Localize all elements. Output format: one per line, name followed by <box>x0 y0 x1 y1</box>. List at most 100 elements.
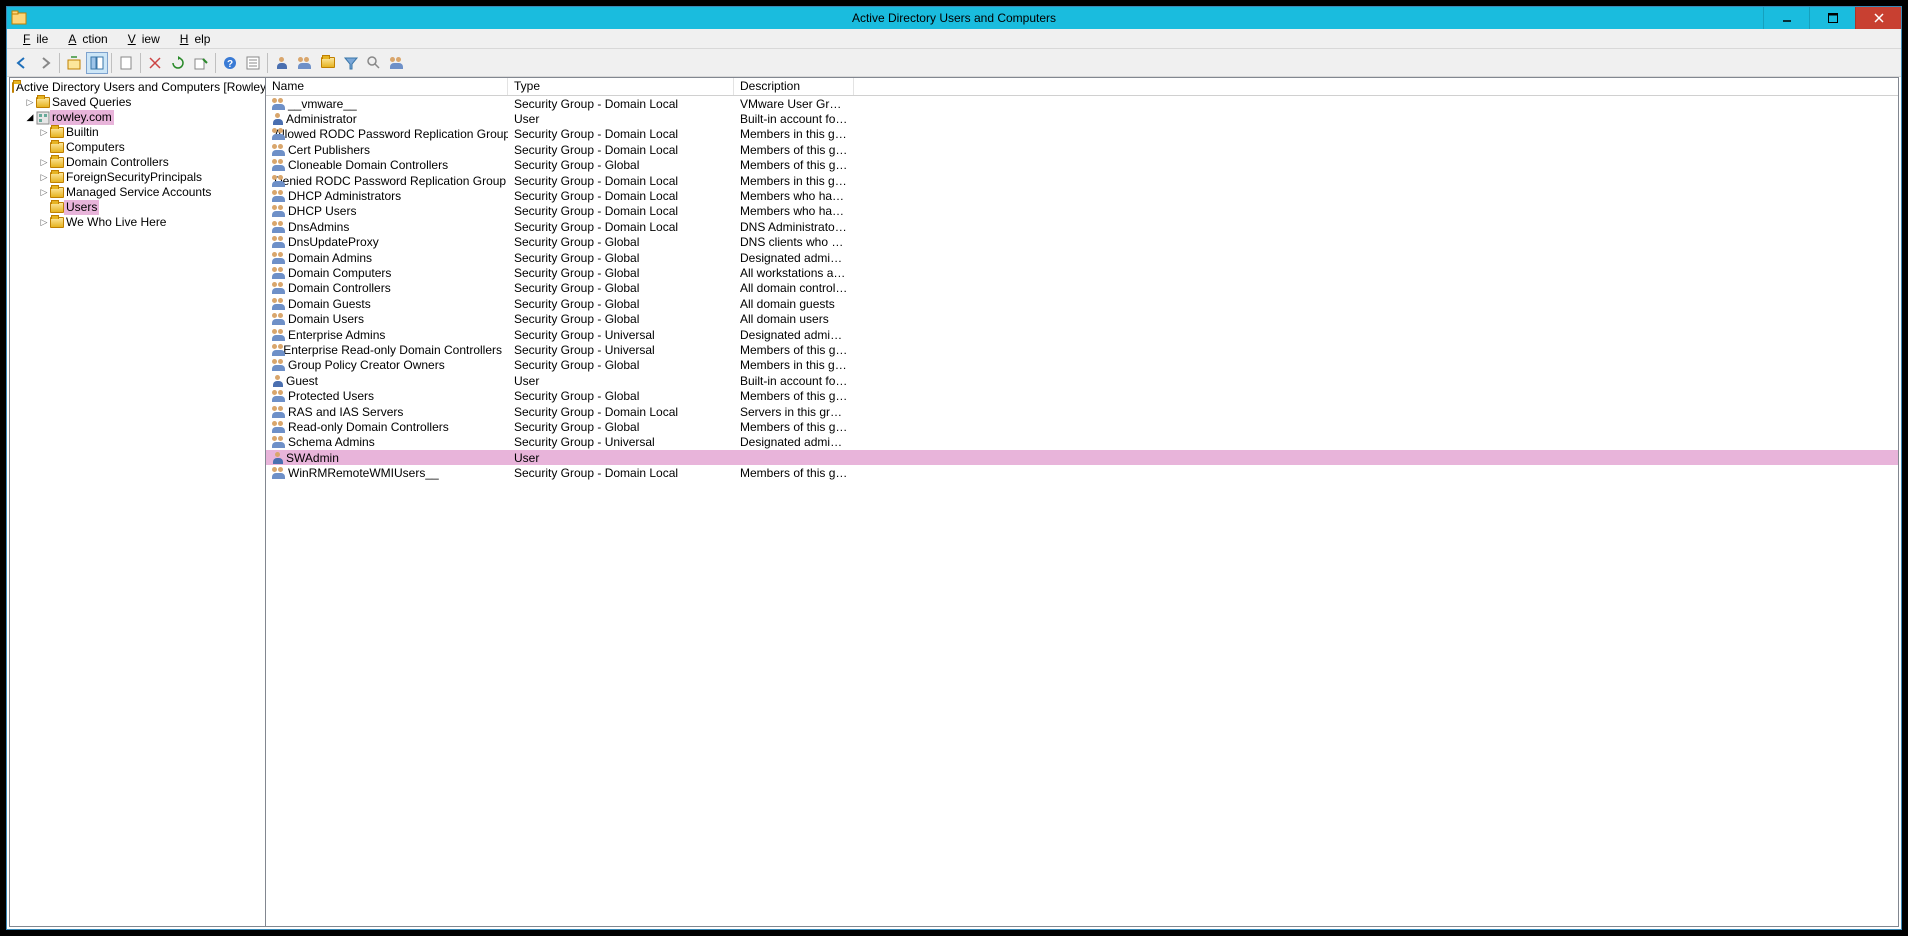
delete-button[interactable] <box>144 52 166 74</box>
expand-icon[interactable]: ▷ <box>24 95 36 110</box>
column-name[interactable]: Name <box>266 78 508 95</box>
cell-description: Built-in account for gue... <box>734 374 854 388</box>
user-icon <box>272 113 284 125</box>
cell-description: DNS clients who are per... <box>734 235 854 249</box>
list-row[interactable]: GuestUserBuilt-in account for gue... <box>266 373 1898 388</box>
minimize-button[interactable] <box>1763 7 1809 29</box>
tree-fsp[interactable]: ▷ ForeignSecurityPrincipals <box>10 170 265 185</box>
back-button[interactable] <box>11 52 33 74</box>
folder-icon <box>50 187 64 198</box>
list-row[interactable]: Schema AdminsSecurity Group - UniversalD… <box>266 435 1898 450</box>
expand-icon[interactable]: ▷ <box>38 155 50 170</box>
list-row[interactable]: Denied RODC Password Replication GroupSe… <box>266 173 1898 188</box>
cell-type: Security Group - Universal <box>508 343 734 357</box>
show-hide-tree-button[interactable] <box>86 52 108 74</box>
tree-label: Managed Service Accounts <box>64 185 213 200</box>
cell-name: Cert Publishers <box>266 143 508 157</box>
menu-view[interactable]: View <box>116 31 166 47</box>
list-row[interactable]: Protected UsersSecurity Group - GlobalMe… <box>266 388 1898 403</box>
group-icon <box>272 313 286 325</box>
tree-saved-queries[interactable]: ▷ Saved Queries <box>10 95 265 110</box>
filter-button[interactable] <box>340 52 362 74</box>
cell-type: Security Group - Global <box>508 158 734 172</box>
find-button[interactable] <box>363 52 385 74</box>
list-row[interactable]: AdministratorUserBuilt-in account for ad… <box>266 111 1898 126</box>
up-button[interactable] <box>63 52 85 74</box>
cell-type: Security Group - Global <box>508 389 734 403</box>
tree-builtin[interactable]: ▷ Builtin <box>10 125 265 140</box>
cell-name: Guest <box>266 374 508 388</box>
new-ou-button[interactable] <box>317 52 339 74</box>
close-button[interactable] <box>1855 7 1901 29</box>
list-body[interactable]: __vmware__Security Group - Domain LocalV… <box>266 96 1898 926</box>
properties-button[interactable] <box>242 52 264 74</box>
list-row[interactable]: DnsAdminsSecurity Group - Domain LocalDN… <box>266 219 1898 234</box>
list-row[interactable]: RAS and IAS ServersSecurity Group - Doma… <box>266 404 1898 419</box>
list-row[interactable]: Allowed RODC Password Replication GroupS… <box>266 127 1898 142</box>
list-row[interactable]: Enterprise AdminsSecurity Group - Univer… <box>266 327 1898 342</box>
refresh-button[interactable] <box>167 52 189 74</box>
row-name-text: DHCP Users <box>288 204 356 218</box>
list-row[interactable]: Enterprise Read-only Domain ControllersS… <box>266 342 1898 357</box>
column-type[interactable]: Type <box>508 78 734 95</box>
list-row[interactable]: Domain GuestsSecurity Group - GlobalAll … <box>266 296 1898 311</box>
menu-file[interactable]: File <box>11 31 54 47</box>
list-row[interactable]: Cert PublishersSecurity Group - Domain L… <box>266 142 1898 157</box>
list-row[interactable]: __vmware__Security Group - Domain LocalV… <box>266 96 1898 111</box>
tree-computers[interactable]: Computers <box>10 140 265 155</box>
new-group-button[interactable] <box>294 52 316 74</box>
new-user-button[interactable] <box>271 52 293 74</box>
maximize-button[interactable] <box>1809 7 1855 29</box>
list-row[interactable]: SWAdminUser <box>266 450 1898 465</box>
cell-name: Protected Users <box>266 389 508 403</box>
collapse-icon[interactable]: ◢ <box>24 110 36 125</box>
list-row[interactable]: DHCP AdministratorsSecurity Group - Doma… <box>266 188 1898 203</box>
group-icon <box>272 390 286 402</box>
cell-description: Designated administrato... <box>734 251 854 265</box>
tree-root[interactable]: Active Directory Users and Computers [Ro… <box>10 80 265 95</box>
export-button[interactable] <box>190 52 212 74</box>
titlebar[interactable]: Active Directory Users and Computers <box>7 7 1901 29</box>
list-row[interactable]: Domain ComputersSecurity Group - GlobalA… <box>266 265 1898 280</box>
list-row[interactable]: Group Policy Creator OwnersSecurity Grou… <box>266 358 1898 373</box>
cell-name: Schema Admins <box>266 435 508 449</box>
row-name-text: Protected Users <box>288 389 374 403</box>
tree-users[interactable]: Users <box>10 200 265 215</box>
cut-button[interactable] <box>115 52 137 74</box>
expand-icon[interactable]: ▷ <box>38 185 50 200</box>
help-button[interactable]: ? <box>219 52 241 74</box>
cell-description: All workstations and ser... <box>734 266 854 280</box>
tree-domain-controllers[interactable]: ▷ Domain Controllers <box>10 155 265 170</box>
user-icon <box>272 375 284 387</box>
tree-pane[interactable]: Active Directory Users and Computers [Ro… <box>10 78 266 926</box>
menu-action[interactable]: Action <box>56 31 113 47</box>
tree-msa[interactable]: ▷ Managed Service Accounts <box>10 185 265 200</box>
cell-description: Members who have vie... <box>734 204 854 218</box>
group-icon <box>272 267 286 279</box>
cell-name: Domain Guests <box>266 297 508 311</box>
forward-button[interactable] <box>34 52 56 74</box>
list-row[interactable]: DnsUpdateProxySecurity Group - GlobalDNS… <box>266 235 1898 250</box>
list-row[interactable]: Domain AdminsSecurity Group - GlobalDesi… <box>266 250 1898 265</box>
list-row[interactable]: Domain UsersSecurity Group - GlobalAll d… <box>266 311 1898 326</box>
list-header[interactable]: Name Type Description <box>266 78 1898 96</box>
row-name-text: RAS and IAS Servers <box>288 405 403 419</box>
cell-description: Designated administrato... <box>734 435 854 449</box>
list-row[interactable]: WinRMRemoteWMIUsers__Security Group - Do… <box>266 465 1898 480</box>
tree-custom-ou[interactable]: ▷ We Who Live Here <box>10 215 265 230</box>
list-row[interactable]: Cloneable Domain ControllersSecurity Gro… <box>266 158 1898 173</box>
column-description[interactable]: Description <box>734 78 854 95</box>
list-row[interactable]: Read-only Domain ControllersSecurity Gro… <box>266 419 1898 434</box>
menu-help[interactable]: Help <box>168 31 217 47</box>
window-frame: Active Directory Users and Computers Fil… <box>6 6 1902 930</box>
expand-icon[interactable]: ▷ <box>38 125 50 140</box>
list-row[interactable]: Domain ControllersSecurity Group - Globa… <box>266 281 1898 296</box>
add-to-group-button[interactable] <box>386 52 408 74</box>
row-name-text: Group Policy Creator Owners <box>288 358 445 372</box>
list-row[interactable]: DHCP UsersSecurity Group - Domain LocalM… <box>266 204 1898 219</box>
folder-icon <box>50 142 64 153</box>
expand-icon[interactable]: ▷ <box>38 215 50 230</box>
tree-domain[interactable]: ◢ rowley.com <box>10 110 265 125</box>
cell-type: Security Group - Global <box>508 297 734 311</box>
expand-icon[interactable]: ▷ <box>38 170 50 185</box>
